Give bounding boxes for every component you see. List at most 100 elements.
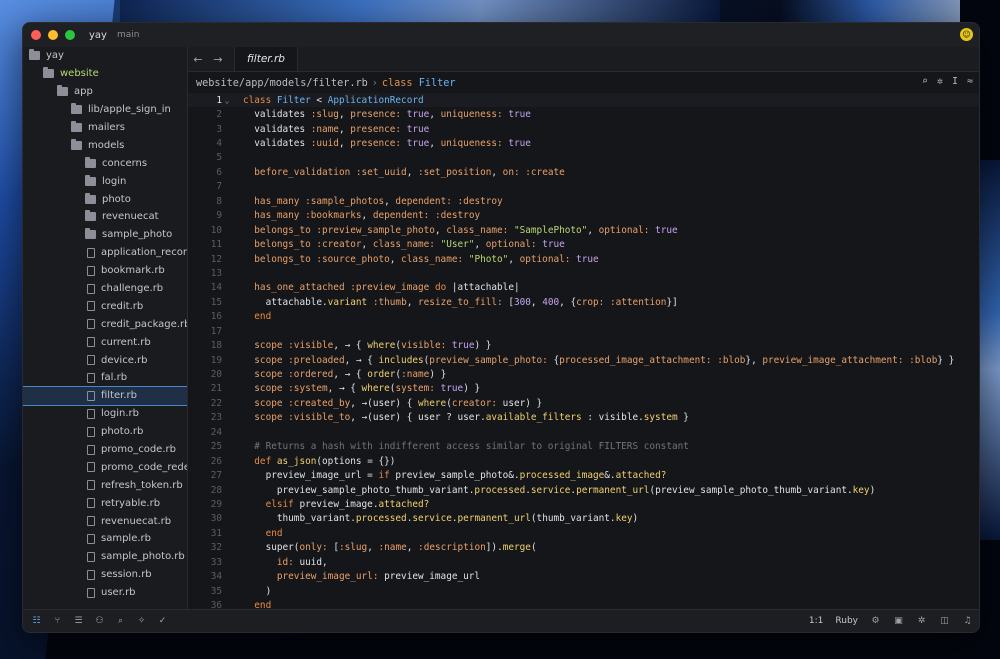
tree-file[interactable]: current.rb [23, 333, 187, 351]
tree-folder[interactable]: concerns [23, 154, 187, 172]
git-icon[interactable]: ⑂ [52, 616, 63, 626]
tree-file[interactable]: credit.rb [23, 297, 187, 315]
tree-folder[interactable]: models [23, 136, 187, 154]
code-line[interactable]: 33 id: uuid, [188, 555, 979, 569]
code-line[interactable]: 23 scope :visible_to, →(user) { user ? u… [188, 411, 979, 425]
line-number: 5 [216, 152, 222, 164]
project-name[interactable]: yay [89, 30, 107, 41]
breadcrumb-path[interactable]: website/app/models/filter.rb [196, 78, 368, 89]
code-line[interactable]: 7 [188, 180, 979, 194]
tree-file[interactable]: promo_code_redemption.rb [23, 458, 187, 476]
code-line[interactable]: 20 scope :ordered, → { order(:name) } [188, 367, 979, 381]
tree-file[interactable]: promo_code.rb [23, 441, 187, 459]
code-line[interactable]: 16 end [188, 310, 979, 324]
tree-folder[interactable]: website [23, 65, 187, 83]
code-line[interactable]: 14 has_one_attached :preview_image do |a… [188, 281, 979, 295]
code-line[interactable]: 17 [188, 324, 979, 338]
tree-file[interactable]: challenge.rb [23, 280, 187, 298]
assistant-icon[interactable]: ✧ [136, 616, 147, 626]
code-line[interactable]: 4 validates :uuid, presence: true, uniqu… [188, 136, 979, 150]
collab-icon[interactable]: ⚇ [94, 616, 105, 626]
tree-folder[interactable]: sample_photo [23, 226, 187, 244]
code-line[interactable]: 31 end [188, 526, 979, 540]
code-line[interactable]: 12 belongs_to :source_photo, class_name:… [188, 252, 979, 266]
user-avatar[interactable]: ☺ [960, 28, 973, 41]
code-line[interactable]: 2 validates :slug, presence: true, uniqu… [188, 107, 979, 121]
tree-file[interactable]: session.rb [23, 566, 187, 584]
diagnostics-icon[interactable]: ✓ [157, 616, 168, 626]
tree-file[interactable]: retryable.rb [23, 494, 187, 512]
code-line[interactable]: 19 scope :preloaded, → { includes(previe… [188, 353, 979, 367]
code-line[interactable]: 8 has_many :sample_photos, dependent: :d… [188, 194, 979, 208]
code-line[interactable]: 35 ) [188, 584, 979, 598]
code-line[interactable]: 32 super(only: [:slug, :name, :descripti… [188, 541, 979, 555]
tree-file[interactable]: revenuecat.rb [23, 512, 187, 530]
forward-button[interactable]: → [208, 53, 228, 66]
tree-file[interactable]: device.rb [23, 351, 187, 369]
file-icon [87, 337, 95, 348]
tree-file[interactable]: bookmark.rb [23, 262, 187, 280]
code-line[interactable]: 5 [188, 151, 979, 165]
tree-folder[interactable]: lib/apple_sign_in [23, 101, 187, 119]
tree-file[interactable]: sample_photo.rb [23, 548, 187, 566]
tree-file[interactable]: user.rb [23, 584, 187, 602]
code-line[interactable]: 34 preview_image_url: preview_image_url [188, 569, 979, 583]
tree-folder[interactable]: login [23, 172, 187, 190]
zoom-window-button[interactable] [65, 30, 75, 40]
code-line[interactable]: 21 scope :system, → { where(system: true… [188, 382, 979, 396]
project-panel-icon[interactable]: ☷ [31, 616, 42, 626]
code-line[interactable]: 10 belongs_to :preview_sample_photo, cla… [188, 223, 979, 237]
branch-name[interactable]: main [117, 30, 140, 40]
code-line[interactable]: 18 scope :visible, → { where(visible: tr… [188, 338, 979, 352]
fold-chevron-icon[interactable]: ⌄ [222, 96, 232, 105]
code-line[interactable]: 15 attachable.variant :thumb, resize_to_… [188, 295, 979, 309]
outline-icon[interactable]: ☰ [73, 616, 84, 626]
tree-file[interactable]: application_record.rb [23, 244, 187, 262]
code-line[interactable]: 26 def as_json(options = {}) [188, 454, 979, 468]
tree-folder[interactable]: yay [23, 47, 187, 65]
terminal-icon[interactable]: ▣ [893, 616, 904, 626]
breadcrumb-symbol[interactable]: Filter [419, 78, 456, 89]
close-window-button[interactable] [31, 30, 41, 40]
code-line[interactable]: 9 has_many :bookmarks, dependent: :destr… [188, 209, 979, 223]
tree-folder[interactable]: app [23, 83, 187, 101]
search-icon[interactable]: ⌕ [922, 76, 928, 87]
code-line[interactable]: 29 elsif preview_image.attached? [188, 497, 979, 511]
back-button[interactable]: ← [188, 53, 208, 66]
minimize-window-button[interactable] [48, 30, 58, 40]
tree-folder[interactable]: photo [23, 190, 187, 208]
code-area[interactable]: 1 ⌄ class Filter < ApplicationRecord 2 vali… [188, 93, 979, 611]
tab-filter-rb[interactable]: filter.rb [234, 47, 298, 71]
tree-file[interactable]: sample.rb [23, 530, 187, 548]
search-icon[interactable]: ⌕ [115, 616, 126, 626]
cursor-icon[interactable]: I [952, 76, 958, 87]
code-line[interactable]: 22 scope :created_by, →(user) { where(cr… [188, 396, 979, 410]
format-icon[interactable]: ⚙ [870, 616, 881, 626]
code-token: true [406, 109, 430, 121]
code-line[interactable]: 1 ⌄ class Filter < ApplicationRecord [188, 93, 979, 108]
tree-folder[interactable]: mailers [23, 119, 187, 137]
settings-sliders-icon[interactable]: ≈ [967, 76, 973, 87]
code-line[interactable]: 27 preview_image_url = if preview_sample… [188, 468, 979, 482]
code-line[interactable]: 24 [188, 425, 979, 439]
code-line[interactable]: 6 before_validation :set_uuid, :set_posi… [188, 165, 979, 179]
debug-icon[interactable]: ✲ [916, 616, 927, 626]
notification-icon[interactable]: ♫ [962, 616, 973, 626]
tree-folder[interactable]: revenuecat [23, 208, 187, 226]
cursor-position[interactable]: 1:1 [809, 616, 823, 626]
assistant-icon[interactable]: ✲ [937, 76, 943, 87]
tree-file[interactable]: login.rb [23, 405, 187, 423]
code-line[interactable]: 25 # Returns a hash with indifferent acc… [188, 440, 979, 454]
panel-icon[interactable]: ◫ [939, 616, 950, 626]
tree-file[interactable]: credit_package.rb [23, 315, 187, 333]
tree-file[interactable]: refresh_token.rb [23, 476, 187, 494]
code-line[interactable]: 28 preview_sample_photo_thumb_variant.pr… [188, 483, 979, 497]
code-line[interactable]: 11 belongs_to :creator, class_name: "Use… [188, 237, 979, 251]
language-selector[interactable]: Ruby [835, 616, 858, 626]
tree-file[interactable]: photo.rb [23, 423, 187, 441]
tree-file[interactable]: fal.rb [23, 369, 187, 387]
code-line[interactable]: 3 validates :name, presence: true [188, 122, 979, 136]
tree-file[interactable]: filter.rb [23, 385, 187, 406]
code-line[interactable]: 13 [188, 266, 979, 280]
code-line[interactable]: 30 thumb_variant.processed.service.perma… [188, 512, 979, 526]
